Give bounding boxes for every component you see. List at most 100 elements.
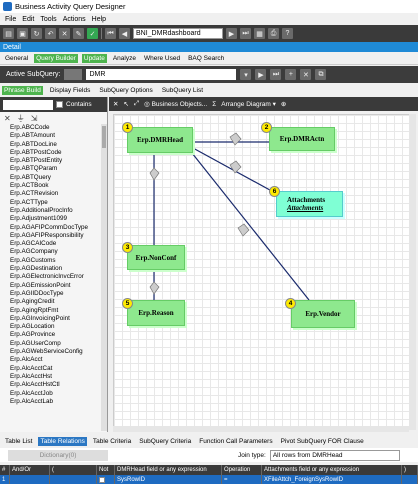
- relation-marker[interactable]: [229, 160, 242, 174]
- tab-query-builder[interactable]: Query Builder: [34, 54, 78, 63]
- list-item[interactable]: Erp.AlcAcctHst: [0, 373, 101, 381]
- list-item[interactable]: Erp.ABTPostEntity: [0, 157, 101, 165]
- subquery-dropdown-arrow-icon[interactable]: ▾: [240, 69, 252, 80]
- col-header-num[interactable]: #: [0, 465, 10, 475]
- col-header-operation[interactable]: Operation: [222, 465, 262, 475]
- list-item[interactable]: Erp.AGAFIPCommDocType: [0, 224, 101, 232]
- grid-icon[interactable]: ▦: [254, 28, 265, 39]
- table-node-dmrhead[interactable]: Erp.DMRHead: [127, 127, 193, 153]
- menu-file[interactable]: File: [5, 16, 16, 23]
- link-icon[interactable]: ⤢: [134, 100, 139, 108]
- table-node-dmractn[interactable]: Erp.DMRActn: [269, 127, 335, 151]
- business-objects-button[interactable]: ◎ Business Objects...: [144, 100, 207, 108]
- list-item[interactable]: Erp.ABTAmount: [0, 132, 101, 140]
- tab-pivot-subquery[interactable]: Pivot SubQuery FOR Clause: [279, 437, 366, 446]
- list-item[interactable]: Erp.ABTPostCode: [0, 149, 101, 157]
- tab-function-call-parameters[interactable]: Function Call Parameters: [197, 437, 274, 446]
- col-header-right-field[interactable]: Attachments field or any expression: [262, 465, 402, 475]
- zoom-icon[interactable]: ⊕: [281, 100, 286, 108]
- menu-edit[interactable]: Edit: [22, 16, 34, 23]
- list-item[interactable]: Erp.AGElectronicInvcError: [0, 273, 101, 281]
- next-record-icon[interactable]: ▶: [226, 28, 237, 39]
- last-record-icon[interactable]: ⏭: [240, 28, 251, 39]
- table-node-attachments[interactable]: Attachments Attachments: [276, 191, 343, 217]
- tab-phrase-build[interactable]: Phrase Build: [2, 85, 43, 95]
- table-search-input[interactable]: [3, 99, 53, 110]
- tab-subquery-list[interactable]: SubQuery List: [160, 86, 205, 95]
- list-item[interactable]: Erp.AlcAcctCat: [0, 365, 101, 373]
- tab-subquery-criteria[interactable]: SubQuery Criteria: [137, 437, 193, 446]
- query-name-field[interactable]: BNI_DMRdashboard: [133, 28, 223, 39]
- print-icon[interactable]: ⎙: [268, 28, 279, 39]
- save-icon[interactable]: ▣: [17, 28, 28, 39]
- close-diagram-icon[interactable]: ✕: [113, 100, 118, 108]
- list-item[interactable]: Erp.AGUserComp: [0, 340, 101, 348]
- tab-table-list[interactable]: Table List: [3, 437, 34, 446]
- diagram-canvas[interactable]: Erp.DMRHead 1 Erp.DMRActn 2 Attachments …: [113, 114, 414, 430]
- tab-subquery-options[interactable]: SubQuery Options: [97, 86, 154, 95]
- pointer-icon[interactable]: ↖: [123, 100, 128, 108]
- contains-checkbox[interactable]: [56, 101, 63, 108]
- table-node-nonconf[interactable]: Erp.NonConf: [127, 245, 185, 270]
- menu-tools[interactable]: Tools: [40, 16, 56, 23]
- list-item[interactable]: Erp.AGProvince: [0, 331, 101, 339]
- col-header-left-field[interactable]: DMRHead field or any expression: [115, 465, 222, 475]
- cell-open-paren[interactable]: [50, 475, 97, 484]
- check-icon[interactable]: ✓: [87, 28, 98, 39]
- subquery-copy-icon[interactable]: ⧉: [315, 69, 327, 80]
- subquery-next-icon[interactable]: ▶: [255, 69, 267, 80]
- help-icon[interactable]: ?: [282, 28, 293, 39]
- tab-baq-search[interactable]: BAQ Search: [186, 54, 226, 63]
- list-item[interactable]: Erp.ACTRevision: [0, 190, 101, 198]
- relation-marker[interactable]: [149, 167, 160, 181]
- list-item[interactable]: Erp.AGIIDDocType: [0, 290, 101, 298]
- tab-analyze[interactable]: Analyze: [111, 54, 138, 63]
- subquery-delete-icon[interactable]: ✕: [300, 69, 312, 80]
- table-list-scrollbar[interactable]: [101, 124, 107, 431]
- list-item[interactable]: Erp.AgingRptFmt: [0, 307, 101, 315]
- col-header-open-paren[interactable]: (: [50, 465, 97, 475]
- list-item[interactable]: Erp.ABTQParam: [0, 165, 101, 173]
- subquery-add-icon[interactable]: +: [285, 69, 297, 80]
- cell-and-or[interactable]: [10, 475, 50, 484]
- cell-operation[interactable]: =: [222, 475, 262, 484]
- tab-table-criteria[interactable]: Table Criteria: [91, 437, 133, 446]
- list-item[interactable]: Erp.AGInvoicingPoint: [0, 315, 101, 323]
- list-item[interactable]: Erp.AGAFIPResponsibility: [0, 232, 101, 240]
- list-item[interactable]: Erp.AlcAcctHstCtl: [0, 381, 101, 389]
- cell-close-paren[interactable]: [402, 475, 418, 484]
- refresh-icon[interactable]: ↻: [31, 28, 42, 39]
- sum-icon[interactable]: Σ: [212, 101, 216, 108]
- list-item[interactable]: Erp.AgingCredit: [0, 298, 101, 306]
- expand-icon[interactable]: ⇲: [31, 114, 38, 123]
- arrange-diagram-button[interactable]: Arrange Diagram ▾: [221, 100, 276, 108]
- relation-marker[interactable]: [237, 223, 250, 237]
- list-item[interactable]: Erp.AGCustoms: [0, 257, 101, 265]
- delete-icon[interactable]: ✕: [59, 28, 70, 39]
- diagram-vertical-scrollbar[interactable]: [409, 114, 416, 430]
- col-header-and-or[interactable]: And/Or: [10, 465, 50, 475]
- col-header-not[interactable]: Not: [97, 465, 115, 475]
- cell-left-field[interactable]: SysRowID: [115, 475, 222, 484]
- cell-right-field[interactable]: XFileAttch_ForeignSysRowID: [262, 475, 402, 484]
- close-icon[interactable]: ✕: [4, 114, 11, 123]
- relation-marker[interactable]: [229, 132, 242, 146]
- dictionary-button[interactable]: Dictionary(0): [8, 449, 108, 461]
- filter-icon[interactable]: ⏚: [17, 113, 25, 124]
- cell-not[interactable]: [97, 475, 115, 484]
- diagram-horizontal-scrollbar[interactable]: [113, 426, 409, 432]
- menu-actions[interactable]: Actions: [63, 16, 86, 23]
- undo-icon[interactable]: ↶: [45, 28, 56, 39]
- table-node-vendor[interactable]: Erp.Vendor: [291, 300, 355, 328]
- relation-marker[interactable]: [149, 281, 160, 295]
- list-item[interactable]: Erp.AGEmissionPoint: [0, 282, 101, 290]
- list-item[interactable]: Erp.AGLocation: [0, 323, 101, 331]
- join-type-select[interactable]: All rows from DMRHead: [269, 449, 400, 461]
- list-item[interactable]: Erp.ABCCode: [0, 124, 101, 132]
- list-item[interactable]: Erp.ABTQuery: [0, 174, 101, 182]
- list-item[interactable]: Erp.ABTDocLine: [0, 141, 101, 149]
- list-item[interactable]: Erp.AlcAcct: [0, 356, 101, 364]
- not-checkbox[interactable]: [99, 476, 105, 483]
- tab-update[interactable]: Update: [81, 54, 107, 63]
- subquery-type-dropdown[interactable]: [64, 69, 83, 80]
